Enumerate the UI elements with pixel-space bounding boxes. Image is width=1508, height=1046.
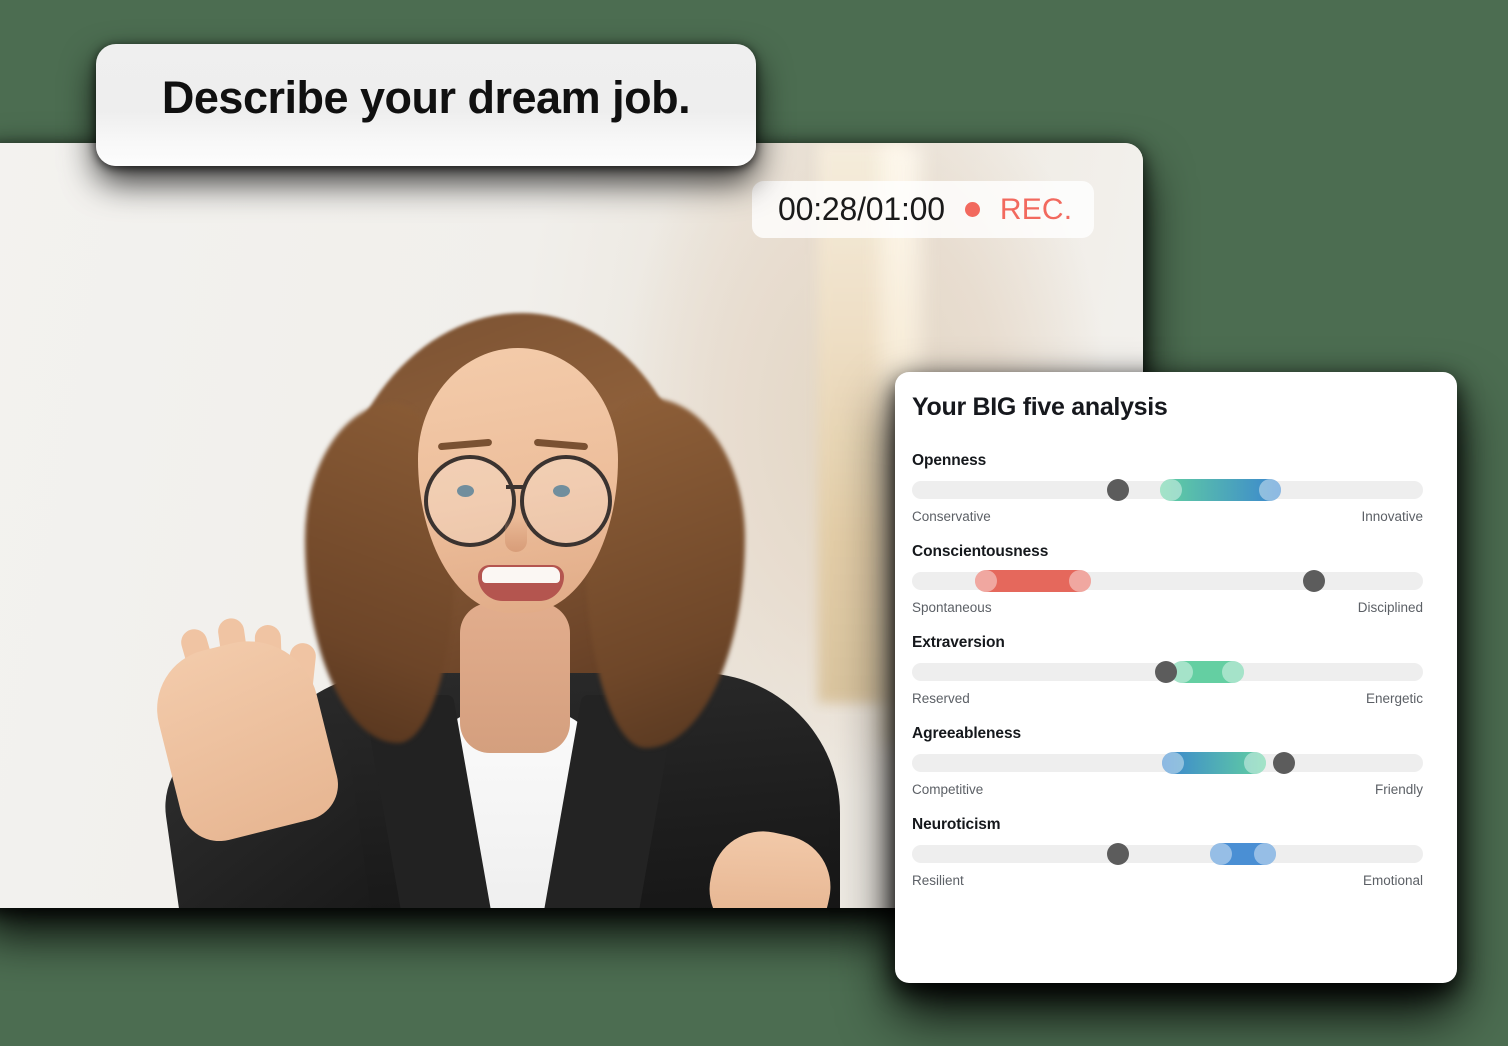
trait-range-bar — [1170, 661, 1244, 683]
trait-name: Neuroticism — [912, 816, 1001, 833]
trait-right-label: Emotional — [1362, 873, 1423, 888]
trait-range-bar — [1162, 752, 1266, 774]
trait-average-marker — [1302, 570, 1325, 592]
trait-name: Conscientousness — [912, 543, 1049, 560]
eyeglass-lens-left — [424, 455, 516, 547]
trait-right-label: Disciplined — [1357, 600, 1423, 615]
teeth — [482, 567, 560, 583]
screenshot-stage: Describe your dream job. 00:28/01:00 REC… — [0, 0, 1508, 1046]
trait-left-label: Resilient — [912, 873, 964, 888]
trait-average-marker — [1273, 752, 1295, 774]
trait-endpoint-labels: Competitive Friendly — [912, 782, 1423, 797]
eyeglass-lens-right — [520, 455, 612, 547]
question-text: Describe your dream job. — [161, 72, 691, 123]
mouth — [478, 565, 564, 601]
neck — [460, 603, 570, 753]
analysis-card-title: Your BIG five analysis — [912, 393, 1168, 421]
trait-endpoint-labels: Reserved Energetic — [912, 691, 1423, 706]
trait-row: Conscientousness Spontaneous Disciplined — [912, 543, 1423, 615]
recording-timer: 00:28/01:00 — [778, 191, 945, 227]
record-dot-icon — [964, 202, 980, 217]
trait-row: Agreeableness Competitive Friendly — [912, 725, 1423, 797]
trait-left-label: Spontaneous — [912, 600, 992, 615]
trait-slider-track[interactable] — [912, 843, 1423, 865]
trait-slider-track[interactable] — [912, 661, 1423, 683]
trait-average-marker — [1107, 843, 1130, 865]
trait-row: Neuroticism Resilient Emotional — [912, 816, 1423, 888]
trait-average-marker — [1155, 661, 1178, 683]
big-five-analysis-card: Your BIG five analysis Openness Conservat… — [895, 372, 1457, 983]
trait-endpoint-labels: Resilient Emotional — [912, 873, 1423, 888]
trait-row: Extraversion Reserved Energetic — [912, 634, 1423, 706]
trait-left-label: Reserved — [912, 691, 970, 706]
trait-left-label: Conservative — [912, 509, 991, 524]
recording-indicator: 00:28/01:00 REC. — [752, 181, 1095, 238]
candidate-portrait — [130, 173, 890, 908]
trait-slider-track[interactable] — [912, 570, 1423, 592]
trait-name: Openness — [912, 452, 987, 469]
trait-row: Openness Conservative Innovative — [912, 452, 1423, 524]
trait-range-bar — [1210, 843, 1277, 865]
trait-slider-track[interactable] — [912, 479, 1423, 501]
trait-right-label: Energetic — [1365, 691, 1423, 706]
trait-endpoint-labels: Spontaneous Disciplined — [912, 600, 1423, 615]
trait-left-label: Competitive — [912, 782, 984, 797]
recording-label: REC. — [999, 192, 1073, 226]
trait-range-bar — [1160, 479, 1281, 501]
trait-endpoint-labels: Conservative Innovative — [912, 509, 1423, 524]
nose — [505, 518, 527, 552]
eyeglass-bridge — [506, 485, 524, 489]
trait-slider-track[interactable] — [912, 752, 1423, 774]
trait-name: Extraversion — [912, 634, 1005, 651]
trait-right-label: Friendly — [1374, 782, 1423, 797]
trait-range-bar — [975, 570, 1092, 592]
trait-name: Agreeableness — [912, 725, 1021, 742]
trait-average-marker — [1107, 479, 1130, 501]
trait-list: Openness Conservative Innovative Consciento… — [912, 452, 1423, 907]
trait-right-label: Innovative — [1361, 509, 1423, 524]
question-caption-bubble: Describe your dream job. — [96, 44, 756, 166]
